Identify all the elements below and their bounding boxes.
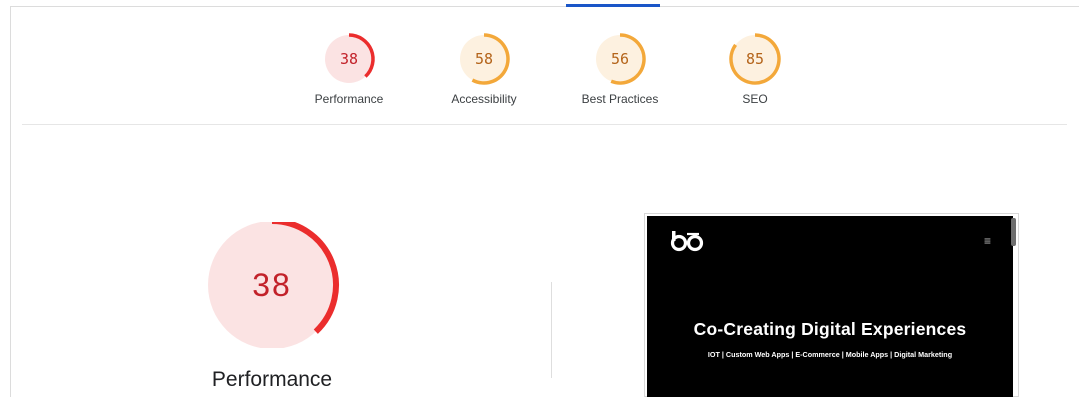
performance-gauge-large: 38 bbox=[208, 222, 339, 348]
gauge-best-practices-ring: 56 bbox=[596, 33, 646, 85]
gauge-best-practices[interactable]: 56 Best Practices bbox=[560, 31, 680, 106]
gauge-score: 58 bbox=[475, 50, 493, 68]
gauge-label: SEO bbox=[742, 92, 768, 106]
active-tab-indicator bbox=[566, 4, 660, 7]
hamburger-menu-icon: ≡ bbox=[983, 234, 991, 248]
section-divider bbox=[22, 124, 1067, 125]
vertical-divider bbox=[551, 282, 552, 378]
final-screenshot: ≡ Co-Creating Digital Experiences IOT | … bbox=[647, 216, 1013, 397]
gauge-performance[interactable]: 38 Performance bbox=[289, 31, 409, 106]
gauge-score: 38 bbox=[340, 50, 358, 68]
preview-subheadline: IOT | Custom Web Apps | E-Commerce | Mob… bbox=[707, 350, 953, 359]
gauge-accessibility-ring: 58 bbox=[460, 33, 510, 85]
performance-score-large: 38 bbox=[252, 267, 292, 303]
gauge-score: 56 bbox=[611, 50, 629, 68]
gauge-score: 85 bbox=[746, 50, 764, 68]
gauge-seo[interactable]: 85 SEO bbox=[695, 31, 815, 106]
gauge-label: Accessibility bbox=[451, 92, 517, 106]
preview-headline: Co-Creating Digital Experiences bbox=[693, 319, 967, 339]
preview-scrollbar bbox=[1011, 218, 1016, 246]
brand-logo-icon bbox=[670, 231, 704, 252]
gauge-performance-ring: 38 bbox=[325, 33, 375, 83]
gauge-label: Performance bbox=[314, 92, 384, 106]
gauge-label: Best Practices bbox=[581, 92, 659, 106]
gauge-seo-ring: 85 bbox=[729, 33, 781, 85]
performance-title: Performance bbox=[211, 368, 333, 391]
gauge-accessibility[interactable]: 58 Accessibility bbox=[424, 31, 544, 106]
